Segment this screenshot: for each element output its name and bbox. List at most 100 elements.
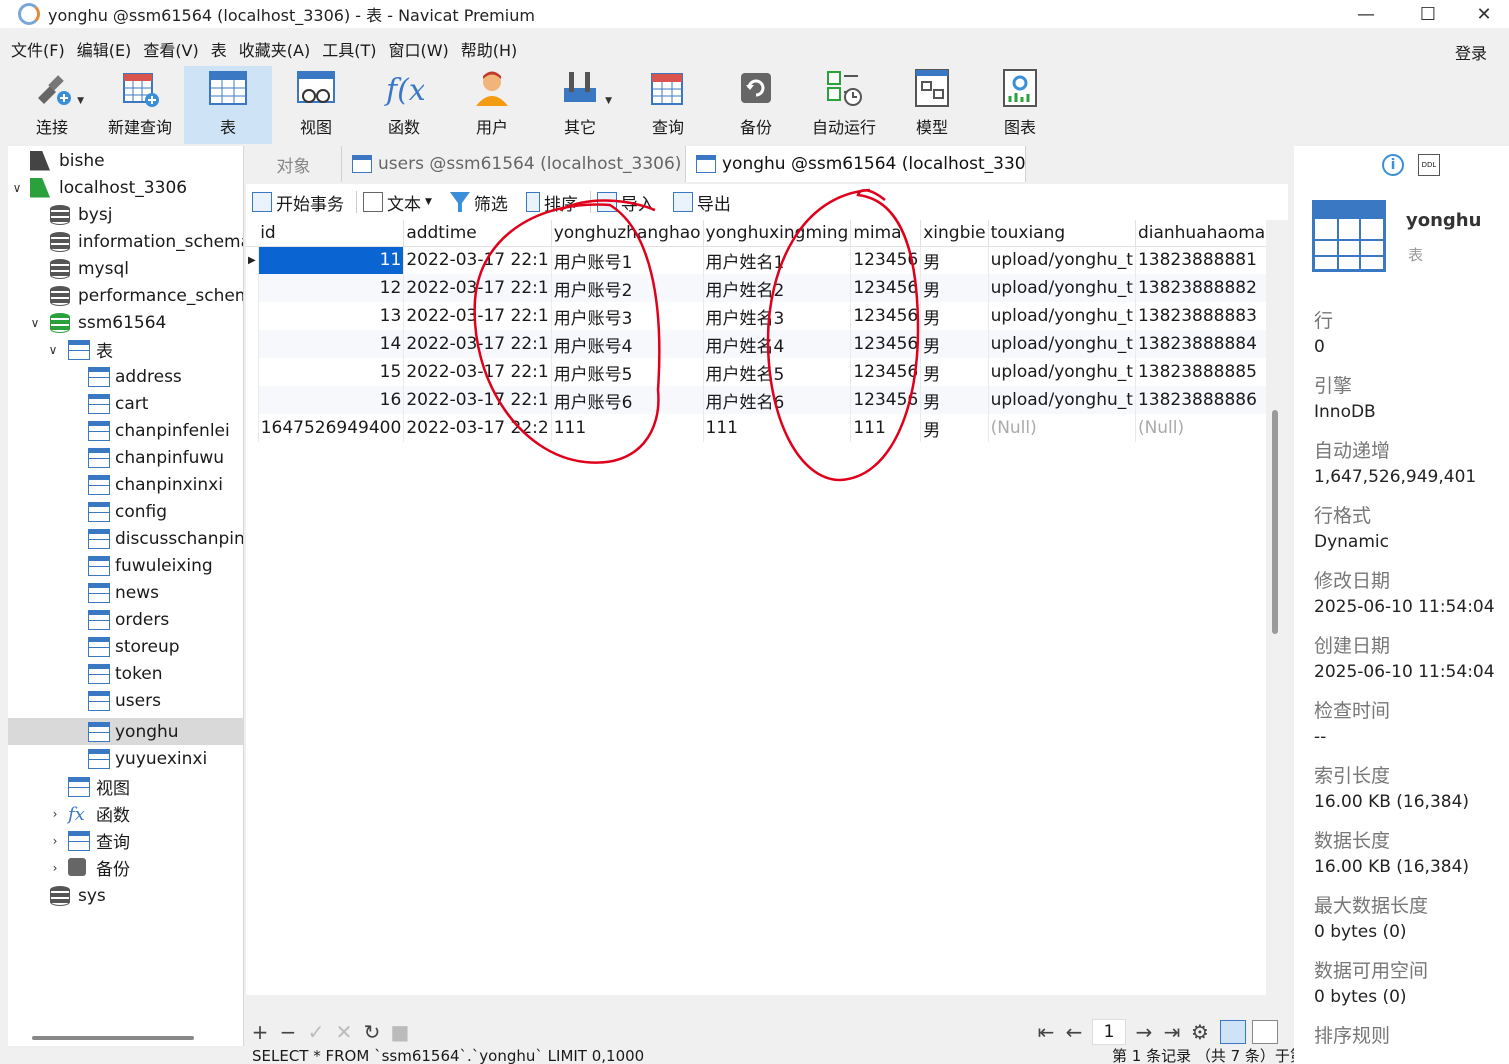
cell-id[interactable]: 11: [258, 246, 405, 274]
chevron-right-icon[interactable]: ›: [48, 834, 62, 848]
grid-vertical-scrollbar[interactable]: [1272, 410, 1278, 634]
tree-item-mysql[interactable]: mysql: [8, 255, 243, 282]
chevron-right-icon[interactable]: ›: [48, 861, 62, 875]
cell-mima[interactable]: 123456: [850, 302, 922, 330]
column-header-xingbie[interactable]: xingbie: [920, 220, 989, 247]
cell-id[interactable]: 14: [258, 330, 405, 358]
cell-yonghuzhanghao[interactable]: 用户账号6: [551, 386, 704, 414]
refresh-button[interactable]: ↻: [358, 1018, 386, 1046]
column-header-addtime[interactable]: addtime: [403, 220, 552, 247]
last-page-button[interactable]: ⇥: [1158, 1018, 1186, 1046]
toolbar-autorun-button[interactable]: 自动运行: [800, 66, 888, 144]
cell-yonghuxingming[interactable]: 用户姓名2: [703, 274, 852, 302]
tree-table-news[interactable]: news: [8, 579, 243, 606]
cell-id[interactable]: 1647526949400: [258, 414, 405, 442]
table-row[interactable]: 13 2022-03-17 22:1 用户账号3 用户姓名3 123456 男 …: [246, 302, 1266, 330]
tree-table-chanpinfenlei[interactable]: chanpinfenlei: [8, 417, 243, 444]
tree-table-chanpinfuwu[interactable]: chanpinfuwu: [8, 444, 243, 471]
tree-table-discusschanpinxinxi[interactable]: discusschanpinxinxi: [8, 525, 243, 552]
stop-button[interactable]: ■: [386, 1018, 414, 1046]
table-row[interactable]: 15 2022-03-17 22:1 用户账号5 用户姓名5 123456 男 …: [246, 358, 1266, 386]
column-header-mima[interactable]: mima: [850, 220, 922, 247]
tree-folder-functions[interactable]: › fx 函数: [8, 800, 243, 827]
cell-mima[interactable]: 123456: [850, 386, 922, 414]
data-grid[interactable]: id addtime yonghuzhanghao yonghuxingming…: [246, 220, 1266, 995]
cell-xingbie[interactable]: 男: [920, 358, 989, 386]
table-row[interactable]: 14 2022-03-17 22:1 用户账号4 用户姓名4 123456 男 …: [246, 330, 1266, 358]
cell-dianhuahaoma[interactable]: 13823888886: [1135, 386, 1266, 414]
tree-folder-views[interactable]: 视图: [8, 773, 243, 800]
toolbar-connect-button[interactable]: 连接 ▼: [8, 66, 96, 144]
toolbar-user-button[interactable]: 用户: [448, 66, 536, 144]
table-row[interactable]: 1647526949400 2022-03-17 22:2 111 111 11…: [246, 414, 1266, 442]
tab-users-table[interactable]: users @ssm61564 (localhost_3306) ...: [342, 146, 686, 182]
text-view-button[interactable]: 文本 ▼: [363, 190, 432, 215]
tree-table-chanpinxinxi[interactable]: chanpinxinxi: [8, 471, 243, 498]
cell-touxiang[interactable]: upload/yonghu_t: [988, 274, 1136, 302]
tree-table-storeup[interactable]: storeup: [8, 633, 243, 660]
cell-dianhuahaoma[interactable]: 13823888883: [1135, 302, 1266, 330]
tree-table-config[interactable]: config: [8, 498, 243, 525]
column-header-yonghuzhanghao[interactable]: yonghuzhanghao: [551, 220, 704, 247]
cell-yonghuxingming[interactable]: 用户姓名1: [703, 246, 852, 274]
tree-table-address[interactable]: address: [8, 363, 243, 390]
cell-addtime[interactable]: 2022-03-17 22:1: [403, 246, 552, 274]
cell-yonghuzhanghao[interactable]: 用户账号2: [551, 274, 704, 302]
add-record-button[interactable]: +: [246, 1018, 274, 1046]
cell-dianhuahaoma[interactable]: 13823888885: [1135, 358, 1266, 386]
cell-touxiang[interactable]: upload/yonghu_t: [988, 246, 1136, 274]
discard-changes-button[interactable]: ✕: [330, 1018, 358, 1046]
column-header-touxiang[interactable]: touxiang: [988, 220, 1136, 247]
tree-item-ssm61564[interactable]: ∨ ssm61564: [8, 309, 243, 336]
dropdown-arrow-icon[interactable]: ▼: [77, 96, 84, 106]
import-button[interactable]: 导入: [596, 190, 655, 215]
toolbar-table-button[interactable]: 表: [184, 66, 272, 144]
tree-table-cart[interactable]: cart: [8, 390, 243, 417]
cell-id[interactable]: 15: [258, 358, 405, 386]
cell-addtime[interactable]: 2022-03-17 22:1: [403, 274, 552, 302]
grid-view-button[interactable]: [1220, 1020, 1246, 1044]
tree-item-information_schema[interactable]: information_schema: [8, 228, 243, 255]
cell-xingbie[interactable]: 男: [920, 274, 989, 302]
tree-table-orders[interactable]: orders: [8, 606, 243, 633]
dropdown-arrow-icon[interactable]: ▼: [605, 96, 612, 106]
form-view-button[interactable]: [1252, 1020, 1278, 1044]
column-header-dianhuahaoma[interactable]: dianhuahaoma: [1135, 220, 1266, 247]
cell-yonghuzhanghao[interactable]: 用户账号3: [551, 302, 704, 330]
begin-transaction-button[interactable]: 开始事务: [252, 190, 344, 215]
column-header-id[interactable]: id: [258, 220, 405, 247]
toolbar-backup-button[interactable]: 备份: [712, 66, 800, 144]
tree-item-bysj[interactable]: bysj: [8, 201, 243, 228]
cell-touxiang[interactable]: upload/yonghu_t: [988, 386, 1136, 414]
toolbar-view-button[interactable]: 视图: [272, 66, 360, 144]
cell-yonghuxingming[interactable]: 用户姓名4: [703, 330, 852, 358]
cell-yonghuzhanghao[interactable]: 用户账号4: [551, 330, 704, 358]
minimize-button[interactable]: —: [1336, 0, 1396, 28]
cell-yonghuxingming[interactable]: 用户姓名6: [703, 386, 852, 414]
tree-table-yonghu[interactable]: yonghu: [8, 718, 243, 745]
table-row[interactable]: ▶ 11 2022-03-17 22:1 用户账号1 用户姓名1 123456 …: [246, 246, 1266, 274]
cell-yonghuzhanghao[interactable]: 用户账号5: [551, 358, 704, 386]
tree-item-performance_schema[interactable]: performance_schema: [8, 282, 243, 309]
cell-yonghuzhanghao[interactable]: 111: [551, 414, 704, 442]
cell-yonghuxingming[interactable]: 用户姓名5: [703, 358, 852, 386]
cell-mima[interactable]: 123456: [850, 358, 922, 386]
chevron-down-icon[interactable]: ∨: [28, 316, 42, 330]
menu-view[interactable]: 查看(V): [142, 37, 199, 61]
tree-item-localhost_3306[interactable]: ∨ localhost_3306: [8, 174, 243, 201]
tree-item-sys[interactable]: sys: [8, 882, 243, 909]
next-page-button[interactable]: →: [1130, 1018, 1158, 1046]
column-header-yonghuxingming[interactable]: yonghuxingming: [703, 220, 852, 247]
menu-table[interactable]: 表: [210, 37, 228, 61]
cell-id[interactable]: 16: [258, 386, 405, 414]
menu-tools[interactable]: 工具(T): [321, 37, 377, 61]
cell-mima[interactable]: 123456: [850, 274, 922, 302]
cell-addtime[interactable]: 2022-03-17 22:1: [403, 358, 552, 386]
tab-yonghu-table[interactable]: yonghu @ssm61564 (localhost_330...: [686, 146, 1026, 182]
delete-record-button[interactable]: −: [274, 1018, 302, 1046]
cell-touxiang[interactable]: upload/yonghu_t: [988, 330, 1136, 358]
cell-addtime[interactable]: 2022-03-17 22:1: [403, 386, 552, 414]
toolbar-chart-button[interactable]: 图表: [976, 66, 1064, 144]
cell-addtime[interactable]: 2022-03-17 22:1: [403, 330, 552, 358]
gear-icon[interactable]: ⚙: [1186, 1018, 1214, 1046]
